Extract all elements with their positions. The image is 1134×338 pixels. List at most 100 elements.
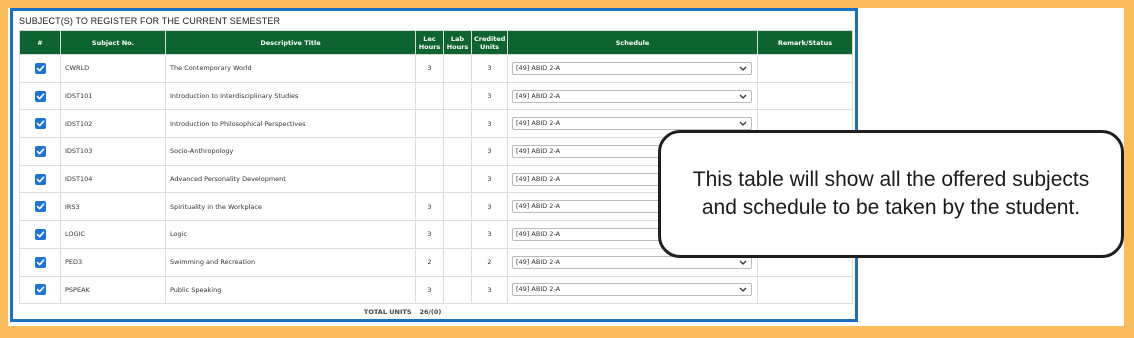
subject-checkbox[interactable] xyxy=(34,201,46,213)
schedule-cell: [49] ABID 2-A xyxy=(507,54,758,83)
lab-hours-cell xyxy=(443,164,472,194)
row-select-cell xyxy=(19,109,61,139)
schedule-select-value: [49] ABID 2-A xyxy=(516,202,561,211)
title-cell: Introduction to Philosophical Perspectiv… xyxy=(165,109,416,139)
title-cell: The Contemporary World xyxy=(165,54,416,83)
lec-hours-cell: 3 xyxy=(415,192,444,222)
lec-hours-cell: 3 xyxy=(415,220,444,249)
col-header-subject-no: Subject No. xyxy=(60,30,166,55)
subject-checkbox[interactable] xyxy=(34,256,46,268)
title-cell: Logic xyxy=(165,220,416,249)
credited-units-cell: 2 xyxy=(471,247,508,277)
row-select-cell xyxy=(19,54,61,83)
subject-no-cell: PSPEAK xyxy=(60,275,166,305)
col-header-remark: Remark/Status xyxy=(757,30,853,55)
title-cell: Introduction to Interdisciplinary Studie… xyxy=(165,81,416,111)
chevron-down-icon xyxy=(739,94,747,99)
subject-checkbox[interactable] xyxy=(34,145,46,157)
title-cell: Advanced Personality Development xyxy=(165,164,416,194)
remark-cell xyxy=(757,54,853,83)
title-cell: Socio-Anthropology xyxy=(165,137,416,166)
callout-text: This table will show all the offered sub… xyxy=(692,168,1090,219)
subject-checkbox[interactable] xyxy=(34,90,46,102)
credited-units-cell: 3 xyxy=(471,109,508,139)
lec-hours-cell: 3 xyxy=(415,275,444,305)
schedule-select-value: [49] ABID 2-A xyxy=(516,257,561,266)
lec-hours-cell xyxy=(415,164,444,194)
row-select-cell xyxy=(19,220,61,249)
total-units-value: 26/(0) xyxy=(419,308,442,317)
chevron-down-icon xyxy=(739,121,747,127)
lab-hours-cell xyxy=(443,275,472,305)
title-cell: Public Speaking xyxy=(165,275,416,305)
table-row: PSPEAK Public Speaking 3 3 [49] ABID 2-A xyxy=(19,275,853,305)
credited-units-cell: 3 xyxy=(471,192,508,222)
lec-hours-cell xyxy=(415,81,444,111)
col-header-credited: Credited Units xyxy=(471,30,508,55)
check-icon xyxy=(36,231,44,238)
col-header-title: Descriptive Title xyxy=(165,30,416,55)
credited-units-cell: 3 xyxy=(471,81,508,111)
lec-hours-cell xyxy=(415,137,444,166)
col-header-schedule: Schedule xyxy=(507,30,758,55)
row-select-cell xyxy=(19,275,61,305)
row-select-cell xyxy=(19,247,61,277)
schedule-select[interactable]: [49] ABID 2-A xyxy=(512,61,752,75)
chevron-down-icon xyxy=(739,66,747,71)
subject-no-cell: IDST104 xyxy=(60,164,166,194)
lec-hours-cell: 3 xyxy=(415,54,444,83)
subject-checkbox[interactable] xyxy=(34,228,46,240)
title-cell: Spirituality in the Workplace xyxy=(165,192,416,222)
subject-checkbox[interactable] xyxy=(34,118,46,130)
credited-units-cell: 3 xyxy=(471,54,508,83)
lab-hours-cell xyxy=(443,109,472,139)
check-icon xyxy=(36,259,44,266)
lab-hours-cell xyxy=(443,54,472,83)
schedule-select-value: [49] ABID 2-A xyxy=(516,119,561,128)
table-header-row: # Subject No. Descriptive Title Lec Hour… xyxy=(19,30,853,55)
col-header-num: # xyxy=(19,30,61,55)
schedule-select-value: [49] ABID 2-A xyxy=(516,63,561,72)
remark-cell xyxy=(757,81,853,111)
total-row: TOTAL UNITS 26/(0) xyxy=(20,304,853,321)
schedule-select[interactable]: [49] ABID 2-A xyxy=(512,89,752,103)
check-icon xyxy=(36,120,44,127)
schedule-select[interactable]: [49] ABID 2-A xyxy=(512,117,752,131)
remark-cell xyxy=(757,275,853,305)
total-units-label: TOTAL UNITS xyxy=(363,308,412,317)
row-select-cell xyxy=(19,81,61,111)
credited-units-cell: 3 xyxy=(471,164,508,194)
schedule-select-value: [49] ABID 2-A xyxy=(516,146,561,155)
schedule-select-value: [49] ABID 2-A xyxy=(516,91,561,100)
check-icon xyxy=(36,92,44,100)
subject-no-cell: LOGIC xyxy=(60,220,166,249)
subject-checkbox[interactable] xyxy=(34,284,46,296)
explanation-callout: This table will show all the offered sub… xyxy=(658,130,1124,258)
row-select-cell xyxy=(19,192,61,222)
title-cell: Swimming and Recreation xyxy=(165,247,416,277)
check-icon xyxy=(36,148,44,155)
col-header-lab: Lab Hours xyxy=(443,30,472,55)
subject-checkbox[interactable] xyxy=(34,173,46,185)
schedule-select[interactable]: [49] ABID 2-A xyxy=(512,283,752,297)
subject-no-cell: CWRLD xyxy=(60,54,166,83)
table-row: IDST101 Introduction to Interdisciplinar… xyxy=(19,81,853,111)
subject-no-cell: PED3 xyxy=(60,247,166,277)
subject-no-cell: IDST103 xyxy=(60,137,166,166)
panel-title: SUBJECT(S) TO REGISTER FOR THE CURRENT S… xyxy=(19,16,281,26)
schedule-cell: [49] ABID 2-A xyxy=(507,275,758,305)
check-icon xyxy=(36,286,44,293)
schedule-select-value: [49] ABID 2-A xyxy=(516,229,561,238)
subject-no-cell: IDST102 xyxy=(60,109,166,139)
schedule-select-value: [49] ABID 2-A xyxy=(516,285,561,294)
credited-units-cell: 3 xyxy=(471,220,508,249)
lab-hours-cell xyxy=(443,192,472,222)
check-icon xyxy=(36,175,44,183)
lab-hours-cell xyxy=(443,220,472,249)
subject-checkbox[interactable] xyxy=(34,62,46,74)
row-select-cell xyxy=(19,137,61,166)
table-row: CWRLD The Contemporary World 3 3 [49] AB… xyxy=(19,54,853,83)
lec-hours-cell xyxy=(415,109,444,139)
col-header-lec: Lec Hours xyxy=(415,30,444,55)
chevron-down-icon xyxy=(739,260,747,265)
